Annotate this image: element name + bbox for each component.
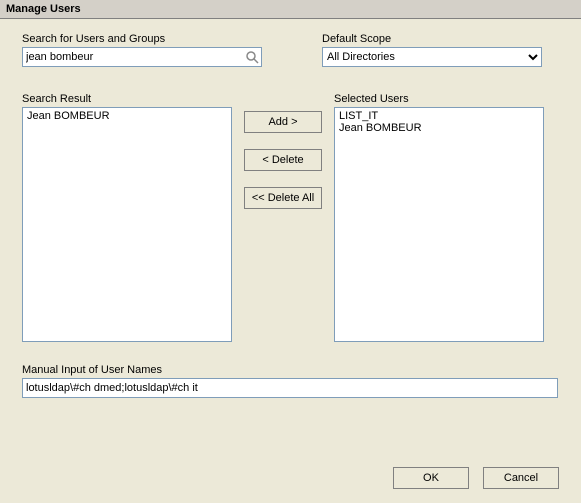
manual-input-label: Manual Input of User Names [22, 364, 559, 376]
search-result-list[interactable]: Jean BOMBEUR [22, 107, 232, 342]
scope-group: Default Scope All Directories [322, 33, 542, 67]
dialog-content: Search for Users and Groups Default Scop… [0, 19, 581, 408]
add-button[interactable]: Add > [244, 111, 322, 133]
manual-input[interactable] [22, 378, 558, 398]
selected-users-group: Selected Users LIST_ITJean BOMBEUR [334, 93, 544, 342]
dialog-footer: OK Cancel [393, 467, 559, 489]
ok-button[interactable]: OK [393, 467, 469, 489]
manual-input-group: Manual Input of User Names [22, 364, 559, 398]
cancel-button[interactable]: Cancel [483, 467, 559, 489]
transfer-buttons: Add > < Delete << Delete All [244, 93, 322, 342]
selected-users-list[interactable]: LIST_ITJean BOMBEUR [334, 107, 544, 342]
delete-all-button[interactable]: << Delete All [244, 187, 322, 209]
list-item[interactable]: Jean BOMBEUR [26, 110, 228, 122]
window-title: Manage Users [0, 0, 581, 19]
selected-users-label: Selected Users [334, 93, 544, 105]
list-item[interactable]: Jean BOMBEUR [338, 122, 540, 134]
delete-button[interactable]: < Delete [244, 149, 322, 171]
scope-select[interactable]: All Directories [322, 47, 542, 67]
search-group: Search for Users and Groups [22, 33, 262, 67]
scope-label: Default Scope [322, 33, 542, 45]
search-label: Search for Users and Groups [22, 33, 262, 45]
list-item[interactable]: LIST_IT [338, 110, 540, 122]
search-result-group: Search Result Jean BOMBEUR [22, 93, 232, 342]
search-result-label: Search Result [22, 93, 232, 105]
search-input[interactable] [22, 47, 262, 67]
